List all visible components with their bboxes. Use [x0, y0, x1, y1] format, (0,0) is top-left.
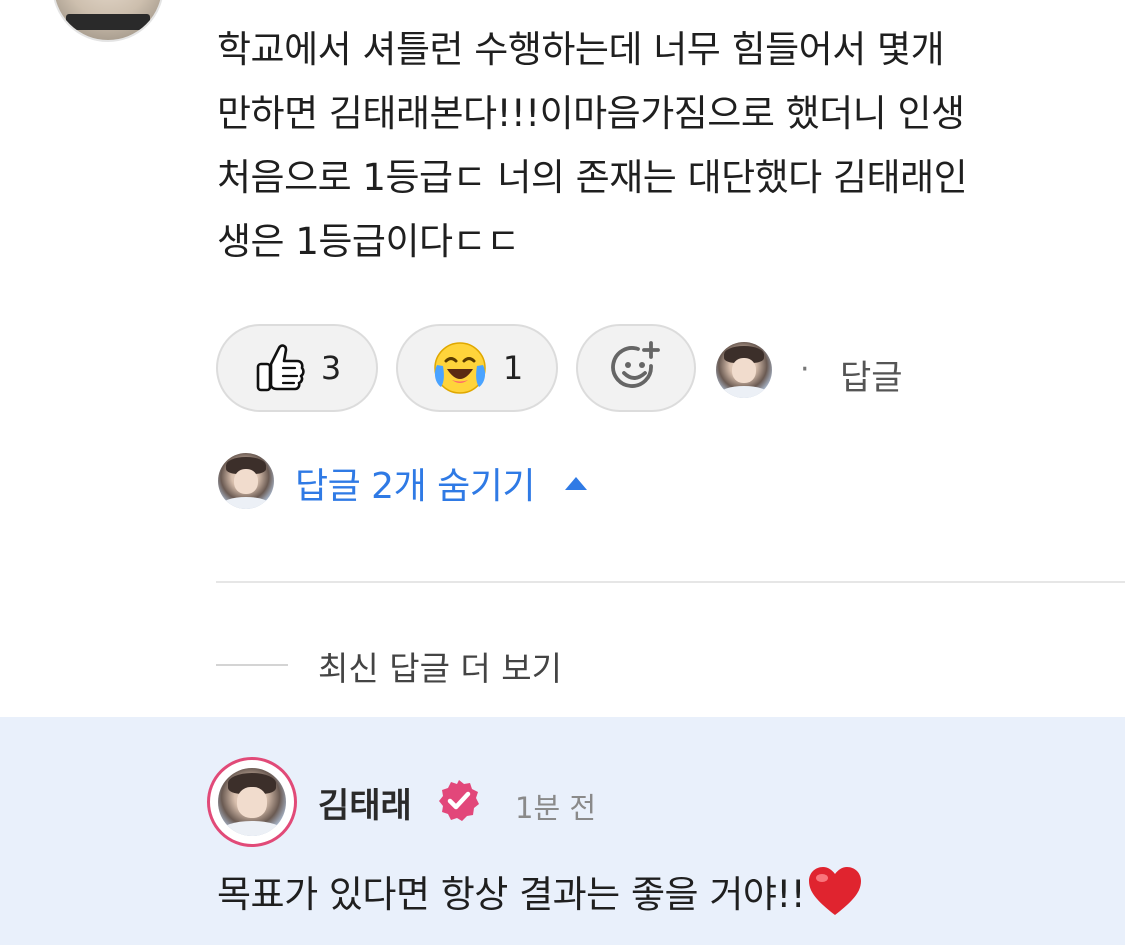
thumbs-up-icon	[253, 340, 307, 396]
add-reaction-button[interactable]	[576, 324, 696, 412]
reply-timestamp: 1분 전	[515, 791, 597, 825]
reply-button[interactable]: 답글	[840, 350, 903, 399]
reply-text: 목표가 있다면 항상 결과는 좋을 거야!!	[217, 864, 863, 926]
creator-heart-avatar	[716, 342, 772, 398]
laugh-count: 1	[502, 349, 524, 387]
commenter-avatar[interactable]	[52, 0, 164, 42]
reply-text-content: 목표가 있다면 항상 결과는 좋을 거야!!	[217, 873, 806, 916]
add-reaction-icon	[607, 339, 665, 397]
verified-badge-icon	[436, 778, 482, 828]
crying-laughing-icon	[431, 339, 489, 397]
replier-avatar	[218, 453, 274, 509]
reply-author-name[interactable]: 김태래	[318, 778, 412, 827]
laugh-reaction-button[interactable]: 1	[396, 324, 558, 412]
like-reaction-button[interactable]: 3	[216, 324, 378, 412]
caret-up-icon[interactable]	[565, 477, 587, 490]
heart-icon	[807, 865, 863, 926]
hide-replies-toggle[interactable]: 답글 2개 숨기기	[295, 457, 536, 509]
more-replies-line	[216, 664, 288, 666]
like-count: 3	[320, 349, 342, 387]
author-avatar[interactable]	[218, 768, 286, 836]
more-replies-button[interactable]: 최신 답글 더 보기	[318, 642, 562, 690]
divider	[216, 581, 1125, 583]
comment-text: 학교에서 셔틀런 수행하는데 너무 힘들어서 몇개 만하면 김태래본다!!!이마…	[217, 28, 968, 263]
separator-dot: ·	[800, 352, 810, 387]
